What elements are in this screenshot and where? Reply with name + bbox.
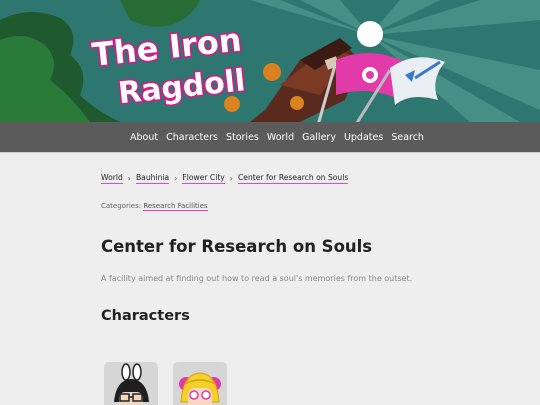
categories-line: Categories: Research Facilities <box>101 202 481 211</box>
main-content: World › Bauhinia › Flower City › Center … <box>101 170 481 324</box>
characters-heading: Characters <box>101 308 190 324</box>
main-nav: About Characters Stories World Gallery U… <box>0 122 540 153</box>
breadcrumb: World › Bauhinia › Flower City › Center … <box>101 170 481 186</box>
character-portrait-icon <box>179 372 221 405</box>
character-card[interactable] <box>104 362 158 405</box>
breadcrumb-world[interactable]: World <box>101 173 123 184</box>
character-cards <box>104 362 227 405</box>
nav-item-search[interactable]: Search <box>391 132 424 143</box>
breadcrumb-current-page[interactable]: Center for Research on Souls <box>238 173 349 184</box>
nav-item-about[interactable]: About <box>130 132 158 143</box>
chevron-right-icon: › <box>174 173 178 183</box>
character-portrait-icon <box>114 363 149 405</box>
nav-item-world[interactable]: World <box>267 132 294 143</box>
nav-item-updates[interactable]: Updates <box>344 132 383 143</box>
categories-label: Categories: <box>101 202 142 210</box>
nav-item-gallery[interactable]: Gallery <box>302 132 336 143</box>
site-banner: The Iron Ragdoll <box>0 0 540 122</box>
chevron-right-icon: › <box>229 173 233 183</box>
chevron-right-icon: › <box>127 173 131 183</box>
moon-icon <box>357 21 383 47</box>
page-title: Center for Research on Souls <box>101 237 373 256</box>
character-card[interactable] <box>173 362 227 405</box>
category-link-research-facilities[interactable]: Research Facilities <box>143 202 208 211</box>
nav-list: About Characters Stories World Gallery U… <box>130 122 424 153</box>
page-description: A facility aimed at finding out how to r… <box>101 274 413 283</box>
breadcrumb-bauhinia[interactable]: Bauhinia <box>135 173 170 184</box>
nav-item-characters[interactable]: Characters <box>166 132 218 143</box>
breadcrumb-flower-city[interactable]: Flower City <box>182 173 225 184</box>
nav-item-stories[interactable]: Stories <box>226 132 259 143</box>
